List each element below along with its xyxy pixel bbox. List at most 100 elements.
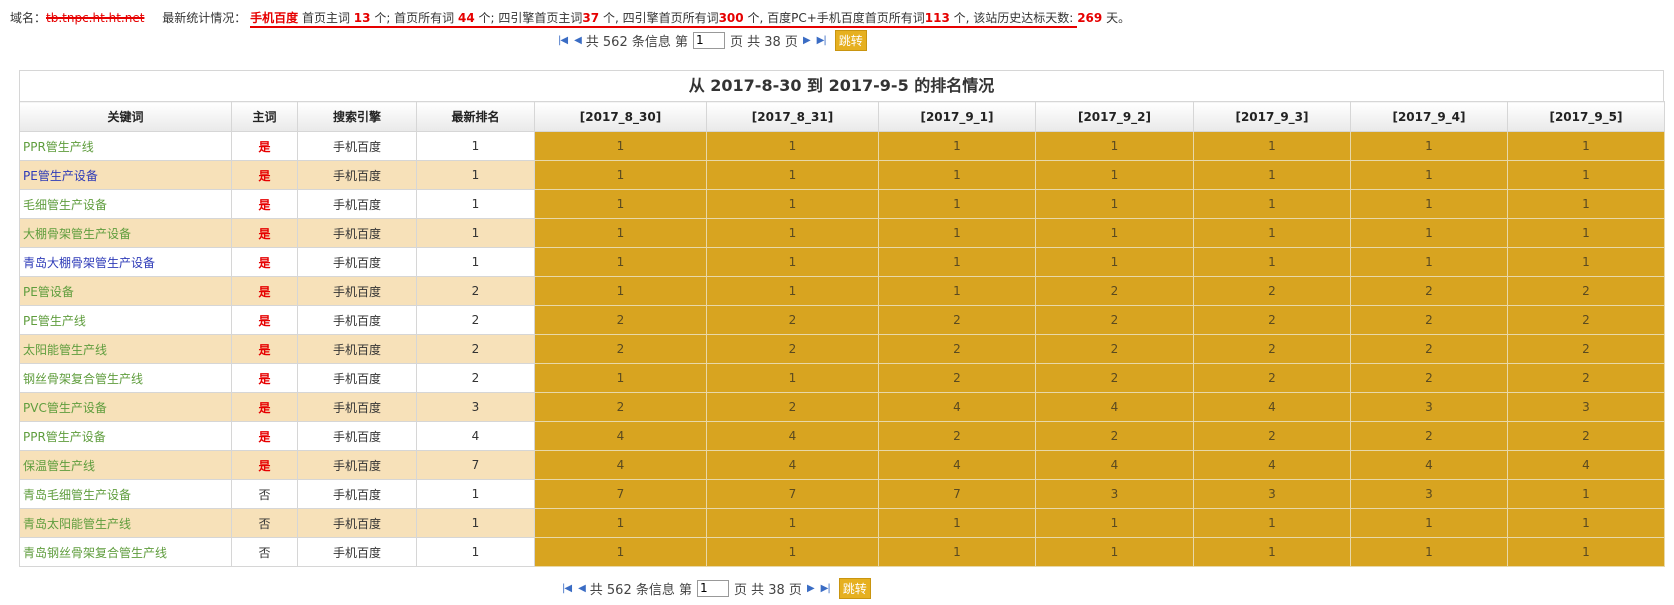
main-word-cell: 是 — [231, 276, 298, 306]
keyword-cell[interactable]: PPR管生产线 — [19, 131, 232, 161]
rank-cell: 2 — [534, 334, 707, 364]
rank-cell: 2 — [1507, 363, 1665, 393]
rank-cell: 1 — [1507, 131, 1665, 161]
rank-cell: 2 — [1035, 363, 1194, 393]
rank-cell: 2 — [706, 334, 879, 364]
keyword-cell[interactable]: 青岛太阳能管生产线 — [19, 508, 232, 538]
table-row: PE管设备是手机百度 2 1 1 1 2 2 2 2 — [19, 276, 1665, 306]
main-word-cell: 是 — [231, 363, 298, 393]
domain-label: 域名： — [10, 11, 47, 25]
rank-cell: 7 — [534, 479, 707, 509]
engine-cell: 手机百度 — [297, 131, 417, 161]
keyword-cell[interactable]: PVC管生产设备 — [19, 392, 232, 422]
rank-cell: 4 — [1193, 450, 1351, 480]
unit-text-1: 个; 首页所有词 — [374, 11, 455, 25]
pager-pages-text: 页 共 38 页 — [733, 582, 802, 598]
keyword-cell[interactable]: 钢丝骨架复合管生产线 — [19, 363, 232, 393]
rank-cell: 1 — [878, 508, 1036, 538]
rank-cell: 1 — [534, 537, 707, 567]
latest-rank-cell: 2 — [416, 276, 535, 306]
main-word-cell: 是 — [231, 160, 298, 190]
first-page-icon[interactable]: |◀ — [556, 35, 569, 46]
last-page-icon[interactable]: ▶| — [819, 583, 832, 594]
latest-rank-cell: 1 — [416, 537, 535, 567]
rank-cell: 1 — [534, 189, 707, 219]
rank-cell: 1 — [1507, 537, 1665, 567]
next-page-icon[interactable]: ▶ — [805, 583, 816, 594]
rank-cell: 4 — [1035, 392, 1194, 422]
rank-cell: 4 — [1193, 392, 1351, 422]
rank-cell: 4 — [1035, 450, 1194, 480]
rank-cell: 1 — [534, 363, 707, 393]
main-word-cell: 是 — [231, 421, 298, 451]
rank-cell: 1 — [1507, 247, 1665, 277]
last-page-icon[interactable]: ▶| — [815, 35, 828, 46]
rank-cell: 1 — [1350, 160, 1508, 190]
keyword-cell[interactable]: 太阳能管生产线 — [19, 334, 232, 364]
page-number-input[interactable] — [696, 579, 729, 597]
rank-cell: 1 — [878, 218, 1036, 248]
rank-cell: 2 — [1507, 305, 1665, 335]
rank-cell: 4 — [1507, 450, 1665, 480]
rank-cell: 2 — [1035, 334, 1194, 364]
keyword-cell[interactable]: PE管生产线 — [19, 305, 232, 335]
go-button[interactable]: 跳转 — [838, 577, 871, 599]
engine-cell: 手机百度 — [297, 305, 417, 335]
stats-summary: 手机百度 首页主词 13 个; 首页所有词 44 个; 四引擎首页主词37 个,… — [250, 11, 1078, 28]
latest-rank-cell: 2 — [416, 334, 535, 364]
table-row: 钢丝骨架复合管生产线是手机百度 2 1 1 2 2 2 2 2 — [19, 363, 1665, 393]
ranking-table-wrap: 从 2017-8-30 到 2017-9-5 的排名情况 关键词 主词 搜索引擎 最新… — [19, 70, 1665, 567]
keyword-cell[interactable]: 毛细管生产设备 — [19, 189, 232, 219]
rank-cell: 2 — [878, 421, 1036, 451]
pc-mobile-count: 113 — [924, 11, 950, 25]
prev-page-icon[interactable]: ◀ — [576, 583, 587, 594]
home-main-count: 13 — [353, 11, 371, 25]
keyword-cell[interactable]: 青岛毛细管生产设备 — [19, 479, 232, 509]
rank-cell: 1 — [1193, 218, 1351, 248]
rank-cell: 4 — [878, 392, 1036, 422]
keyword-cell[interactable]: 大棚骨架管生产设备 — [19, 218, 232, 248]
page-number-input[interactable] — [692, 31, 725, 49]
first-page-icon[interactable]: |◀ — [560, 583, 573, 594]
rank-cell: 1 — [878, 160, 1036, 190]
keyword-cell[interactable]: PE管生产设备 — [19, 160, 232, 190]
rank-cell: 1 — [706, 247, 879, 277]
unit-text-3: 个, 四引擎首页所有词 — [602, 11, 719, 25]
rank-cell: 2 — [1350, 305, 1508, 335]
rank-cell: 2 — [1507, 421, 1665, 451]
rank-cell: 1 — [1507, 508, 1665, 538]
main-word-cell: 是 — [231, 334, 298, 364]
column-header: [2017_8_30] — [534, 101, 707, 132]
table-row: PPR管生产线是手机百度 1 1 1 1 1 1 1 1 — [19, 131, 1665, 161]
rank-cell: 1 — [1507, 218, 1665, 248]
engine-cell: 手机百度 — [297, 421, 417, 451]
rank-cell: 7 — [878, 479, 1036, 509]
rank-cell: 1 — [1035, 247, 1194, 277]
rank-cell: 1 — [706, 537, 879, 567]
rank-cell: 1 — [1035, 160, 1194, 190]
four-main-count: 37 — [582, 11, 600, 25]
prev-page-icon[interactable]: ◀ — [572, 35, 583, 46]
rank-cell: 1 — [706, 160, 879, 190]
rank-cell: 2 — [1193, 276, 1351, 306]
engine-cell: 手机百度 — [297, 160, 417, 190]
keyword-cell[interactable]: 青岛钢丝骨架复合管生产线 — [19, 537, 232, 567]
latest-rank-cell: 2 — [416, 363, 535, 393]
engine-name: 手机百度 — [250, 11, 299, 25]
rank-cell: 1 — [878, 537, 1036, 567]
table-body: PPR管生产线是手机百度 1 1 1 1 1 1 1 1 PE管生产设备是手机百度 1 1 1 1 1 1 1 1… — [19, 131, 1665, 567]
rank-cell: 1 — [706, 276, 879, 306]
latest-rank-cell: 3 — [416, 392, 535, 422]
keyword-cell[interactable]: 保温管生产线 — [19, 450, 232, 480]
table-row: 大棚骨架管生产设备是手机百度 1 1 1 1 1 1 1 1 — [19, 218, 1665, 248]
column-header: 主词 — [231, 101, 298, 132]
rank-cell: 1 — [534, 160, 707, 190]
keyword-cell[interactable]: 青岛大棚骨架管生产设备 — [19, 247, 232, 277]
engine-cell: 手机百度 — [297, 537, 417, 567]
keyword-cell[interactable]: PPR管生产设备 — [19, 421, 232, 451]
main-word-cell: 是 — [231, 189, 298, 219]
next-page-icon[interactable]: ▶ — [801, 35, 812, 46]
go-button[interactable]: 跳转 — [834, 29, 867, 51]
rank-cell: 2 — [878, 363, 1036, 393]
keyword-cell[interactable]: PE管设备 — [19, 276, 232, 306]
